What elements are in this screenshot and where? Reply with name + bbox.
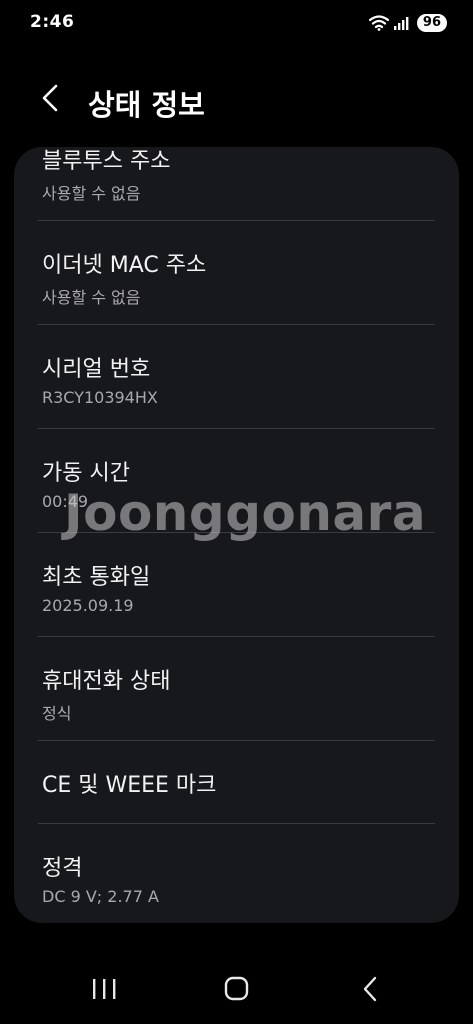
header: 상태 정보: [0, 70, 473, 130]
item-value: 사용할 수 없음: [42, 184, 141, 203]
item-title: 가동 시간: [42, 461, 130, 486]
status-info-list: 블루투스 주소 사용할 수 없음 이더넷 MAC 주소 사용할 수 없음 시리얼…: [14, 147, 459, 923]
item-value: DC 9 V; 2.77 A: [42, 887, 159, 906]
status-icons: 96: [368, 14, 447, 32]
nav-back-button[interactable]: [350, 974, 390, 1004]
recent-apps-icon: [93, 979, 116, 999]
item-value: R3CY10394HX: [42, 388, 158, 407]
chevron-left-icon: [42, 84, 58, 112]
home-icon: [224, 976, 249, 1001]
recent-apps-button[interactable]: [84, 974, 124, 1004]
wifi-icon: [368, 15, 389, 31]
list-item-ce-weee-mark[interactable]: CE 및 WEEE 마크: [14, 741, 459, 824]
item-value: 정식: [42, 704, 72, 723]
back-button[interactable]: [34, 80, 70, 116]
list-item-uptime[interactable]: 가동 시간 00:49: [14, 429, 459, 533]
back-icon: [363, 976, 377, 1002]
list-item-bluetooth-address[interactable]: 블루투스 주소 사용할 수 없음: [14, 147, 459, 221]
status-bar: 2:46 96: [0, 0, 473, 48]
item-title: 이더넷 MAC 주소: [42, 253, 207, 278]
battery-level-badge: 96: [416, 14, 447, 32]
status-info-card: 블루투스 주소 사용할 수 없음 이더넷 MAC 주소 사용할 수 없음 시리얼…: [14, 147, 459, 923]
item-value: 2025.09.19: [42, 596, 134, 615]
page-title: 상태 정보: [88, 88, 205, 122]
item-title: 휴대전화 상태: [42, 669, 171, 694]
item-title: CE 및 WEEE 마크: [42, 773, 217, 798]
item-title: 블루투스 주소: [42, 149, 171, 174]
navigation-bar: [0, 960, 473, 1024]
home-button[interactable]: [216, 974, 256, 1004]
item-title: 시리얼 번호: [42, 357, 151, 382]
list-item-first-call-date[interactable]: 최초 통화일 2025.09.19: [14, 533, 459, 637]
list-item-rating[interactable]: 정격 DC 9 V; 2.77 A: [14, 824, 459, 923]
item-title: 최초 통화일: [42, 565, 151, 590]
list-item-phone-status[interactable]: 휴대전화 상태 정식: [14, 637, 459, 741]
status-time: 2:46: [30, 12, 75, 32]
list-item-serial-number[interactable]: 시리얼 번호 R3CY10394HX: [14, 325, 459, 429]
item-value: 00:49: [42, 492, 89, 511]
list-item-ethernet-mac[interactable]: 이더넷 MAC 주소 사용할 수 없음: [14, 221, 459, 325]
item-value: 사용할 수 없음: [42, 288, 141, 307]
item-title: 정격: [42, 856, 83, 881]
cellular-signal-icon: [393, 17, 409, 30]
